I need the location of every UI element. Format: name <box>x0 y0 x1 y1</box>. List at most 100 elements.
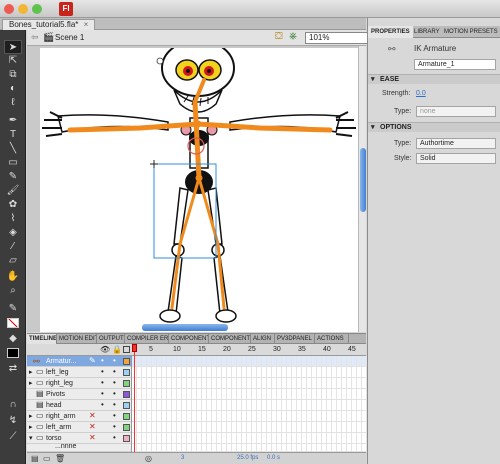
visibility-dot[interactable]: • <box>101 367 104 376</box>
layer-row-head[interactable]: ▤ head • • <box>27 400 131 411</box>
options-section-header[interactable]: ▾ OPTIONS <box>368 122 500 132</box>
layer-outline-color[interactable] <box>123 380 130 387</box>
lock-dot[interactable]: • <box>113 433 116 442</box>
show-hide-eye-icon[interactable]: 👁 <box>100 345 110 354</box>
expand-arrow-icon[interactable]: ▸ <box>29 368 33 376</box>
tab-output[interactable]: OUTPUT <box>97 334 125 344</box>
scene-label[interactable]: Scene 1 <box>55 33 84 42</box>
stroke-color-icon[interactable]: ✎ <box>4 302 22 316</box>
maximize-window-button[interactable] <box>32 4 42 14</box>
eyedropper-tool-icon[interactable]: ⁄ <box>4 240 22 254</box>
frame-row[interactable] <box>132 422 367 433</box>
layer-row-armature[interactable]: ⚯ Armatur... ✎ • • <box>27 356 131 367</box>
style-select[interactable]: Solid <box>416 153 496 164</box>
frame-row[interactable] <box>132 400 367 411</box>
smooth-option-icon[interactable]: ↯ <box>4 414 22 428</box>
strength-value[interactable]: 0.0 <box>416 90 426 97</box>
tab-component-inspector[interactable]: COMPONENT I <box>169 334 209 344</box>
hidden-x-icon[interactable]: ✕ <box>89 411 96 420</box>
tab-timeline[interactable]: TIMELINE <box>27 334 57 344</box>
layer-outline-color[interactable] <box>123 369 130 376</box>
lasso-tool-icon[interactable]: ℓ <box>4 96 22 110</box>
edit-scene-icon[interactable]: ⛋ <box>275 31 283 42</box>
edit-symbols-icon[interactable]: ⎈ <box>289 31 297 42</box>
brush-tool-icon[interactable]: 🖌 <box>4 184 22 198</box>
layer-row-left-leg[interactable]: ▸ ▭ left_leg • • <box>27 367 131 378</box>
layer-outline-color[interactable] <box>123 413 130 420</box>
straighten-option-icon[interactable]: ⟋ <box>4 430 22 444</box>
frame-grid[interactable] <box>131 356 367 452</box>
paint-bucket-tool-icon[interactable]: ◈ <box>4 226 22 240</box>
lock-dot[interactable]: • <box>113 422 116 431</box>
frame-row[interactable] <box>132 433 367 444</box>
subselection-tool-icon[interactable]: ⇱ <box>4 54 22 68</box>
frame-ruler[interactable]: 5 10 15 20 25 30 35 40 45 <box>131 344 366 356</box>
hand-tool-icon[interactable]: ✋ <box>4 270 22 284</box>
new-layer-icon[interactable]: ▤ <box>31 453 39 464</box>
visibility-dot[interactable]: • <box>101 356 104 365</box>
frame-row[interactable] <box>132 356 367 367</box>
selection-tool-icon[interactable]: ➤ <box>4 40 22 54</box>
document-tab[interactable]: Bones_tutorial5.fla* × <box>2 19 96 30</box>
onion-skin-icon[interactable]: ◎ <box>145 453 152 464</box>
stage-canvas[interactable] <box>40 48 358 332</box>
visibility-dot[interactable]: • <box>101 378 104 387</box>
collapse-arrow-icon[interactable]: ▾ <box>29 434 33 442</box>
layer-outline-color[interactable] <box>123 391 130 398</box>
line-tool-icon[interactable]: ╲ <box>4 142 22 156</box>
text-tool-icon[interactable]: T <box>4 128 22 142</box>
eraser-tool-icon[interactable]: ▱ <box>4 254 22 268</box>
minimize-window-button[interactable] <box>18 4 28 14</box>
layer-outline-color[interactable] <box>123 424 130 431</box>
horizontal-scroll-thumb[interactable] <box>142 324 228 331</box>
layer-row-left-arm[interactable]: ▸ ▭ left_arm ✕ • <box>27 422 131 433</box>
hidden-x-icon[interactable]: ✕ <box>89 422 96 431</box>
layer-outline-color[interactable] <box>123 402 130 409</box>
fill-color-swatch[interactable] <box>7 348 19 358</box>
close-window-button[interactable] <box>4 4 14 14</box>
stroke-color-swatch[interactable] <box>7 318 19 328</box>
tab-align[interactable]: ALIGN <box>251 334 275 344</box>
tab-motion-editor[interactable]: MOTION EDITO <box>57 334 97 344</box>
frame-row[interactable] <box>132 367 367 378</box>
tab-actions[interactable]: ACTIONS <box>315 334 349 344</box>
pencil-tool-icon[interactable]: ✎ <box>4 170 22 184</box>
tab-motion-presets[interactable]: MOTION PRESETS <box>441 26 500 38</box>
layer-row-right-arm[interactable]: ▸ ▭ right_arm ✕ • <box>27 411 131 422</box>
tab-properties[interactable]: PROPERTIES <box>368 26 413 38</box>
ease-type-select[interactable]: none <box>416 106 496 117</box>
expand-arrow-icon[interactable]: ▸ <box>29 379 33 387</box>
lock-dot[interactable]: • <box>113 389 116 398</box>
lock-dot[interactable]: • <box>113 367 116 376</box>
tab-library[interactable]: LIBRARY <box>411 26 443 38</box>
hidden-x-icon[interactable]: ✕ <box>89 433 96 442</box>
snap-magnet-icon[interactable]: ∩ <box>4 398 22 412</box>
expand-arrow-icon[interactable]: ▸ <box>29 423 33 431</box>
layer-row-torso[interactable]: ▾ ▭ torso ✕ • <box>27 433 131 444</box>
rectangle-tool-icon[interactable]: ▭ <box>4 156 22 170</box>
swap-colors-icon[interactable]: ⇄ <box>4 362 22 376</box>
expand-arrow-icon[interactable]: ▸ <box>29 412 33 420</box>
layer-row-pivots[interactable]: ▤ Pivots • • <box>27 389 131 400</box>
layer-outline-color[interactable] <box>123 358 130 365</box>
frame-row[interactable] <box>132 444 367 452</box>
tab-compiler-errors[interactable]: COMPILER ERR <box>125 334 169 344</box>
free-transform-tool-icon[interactable]: ⧉ <box>4 68 22 82</box>
lock-dot[interactable]: • <box>113 400 116 409</box>
lock-dot[interactable]: • <box>113 378 116 387</box>
tab-pv3dpanel[interactable]: PV3DPANEL <box>275 334 315 344</box>
layer-row-right-leg[interactable]: ▸ ▭ right_leg • • <box>27 378 131 389</box>
deco-tool-icon[interactable]: ✿ <box>4 198 22 212</box>
layer-outline-color[interactable] <box>123 435 130 442</box>
frame-row[interactable] <box>132 389 367 400</box>
frame-rate[interactable]: 25.0 fps <box>237 453 258 464</box>
delete-layer-icon[interactable]: 🗑 <box>55 453 65 464</box>
bone-tool-icon[interactable]: ⌇ <box>4 212 22 226</box>
pen-tool-icon[interactable]: ✒ <box>4 114 22 128</box>
vertical-scroll-thumb[interactable] <box>360 148 366 212</box>
options-type-select[interactable]: Authortime <box>416 138 496 149</box>
skeleton-artwork[interactable] <box>40 48 358 332</box>
visibility-dot[interactable]: • <box>101 400 104 409</box>
ease-section-header[interactable]: ▾ EASE <box>368 74 500 84</box>
lock-dot[interactable]: • <box>113 356 116 365</box>
